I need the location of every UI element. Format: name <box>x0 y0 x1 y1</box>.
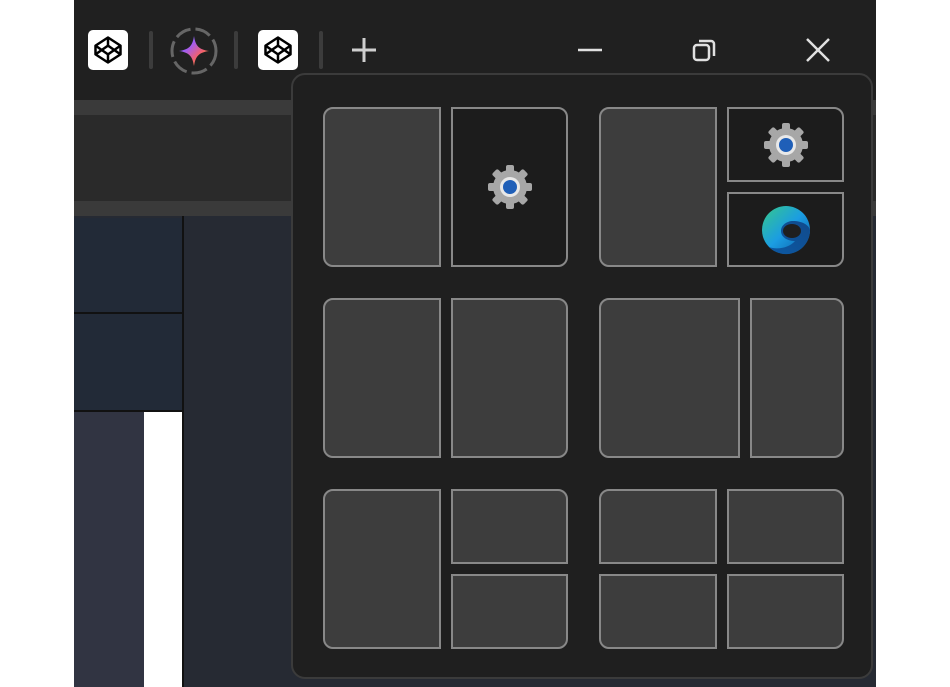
new-tab-button[interactable] <box>346 30 382 70</box>
tab-separator <box>234 31 238 69</box>
snap-zone[interactable] <box>451 298 568 458</box>
content-panel <box>74 218 184 314</box>
snap-zone[interactable] <box>599 107 717 267</box>
codepen-icon <box>264 36 292 64</box>
snap-zone[interactable] <box>727 192 844 267</box>
settings-icon <box>487 165 532 209</box>
minimize-button[interactable] <box>570 30 610 70</box>
snap-zone[interactable] <box>599 298 740 458</box>
snap-zone[interactable] <box>599 489 717 564</box>
snap-zone[interactable] <box>727 574 844 649</box>
snap-zone[interactable] <box>750 298 844 458</box>
tab-copilot[interactable] <box>168 25 220 77</box>
edge-icon <box>761 205 810 254</box>
snap-zone[interactable] <box>323 107 441 267</box>
snap-zone[interactable] <box>323 298 441 458</box>
snap-zone[interactable] <box>451 489 568 564</box>
content-panel <box>74 314 184 412</box>
settings-icon <box>763 122 808 167</box>
snap-zone[interactable] <box>451 574 568 649</box>
close-button[interactable] <box>798 30 838 70</box>
snap-layouts-flyout <box>291 73 873 679</box>
content-divider <box>182 216 184 687</box>
snap-zone[interactable] <box>727 107 844 182</box>
content-panel <box>144 412 182 687</box>
codepen-icon <box>94 36 122 64</box>
tab-codepen-1[interactable] <box>88 30 128 70</box>
snap-zone[interactable] <box>599 574 717 649</box>
copilot-icon <box>170 27 218 75</box>
minimize-icon <box>578 48 602 52</box>
snap-zone[interactable] <box>451 107 568 267</box>
tab-separator <box>149 31 153 69</box>
restore-button[interactable] <box>684 30 724 70</box>
tab-codepen-2[interactable] <box>258 30 298 70</box>
plus-icon <box>352 38 376 62</box>
snap-zone[interactable] <box>727 489 844 564</box>
restore-icon <box>692 39 716 62</box>
tab-separator <box>319 31 323 69</box>
close-icon <box>806 38 830 62</box>
snap-zone[interactable] <box>323 489 441 649</box>
content-panel <box>74 412 144 687</box>
